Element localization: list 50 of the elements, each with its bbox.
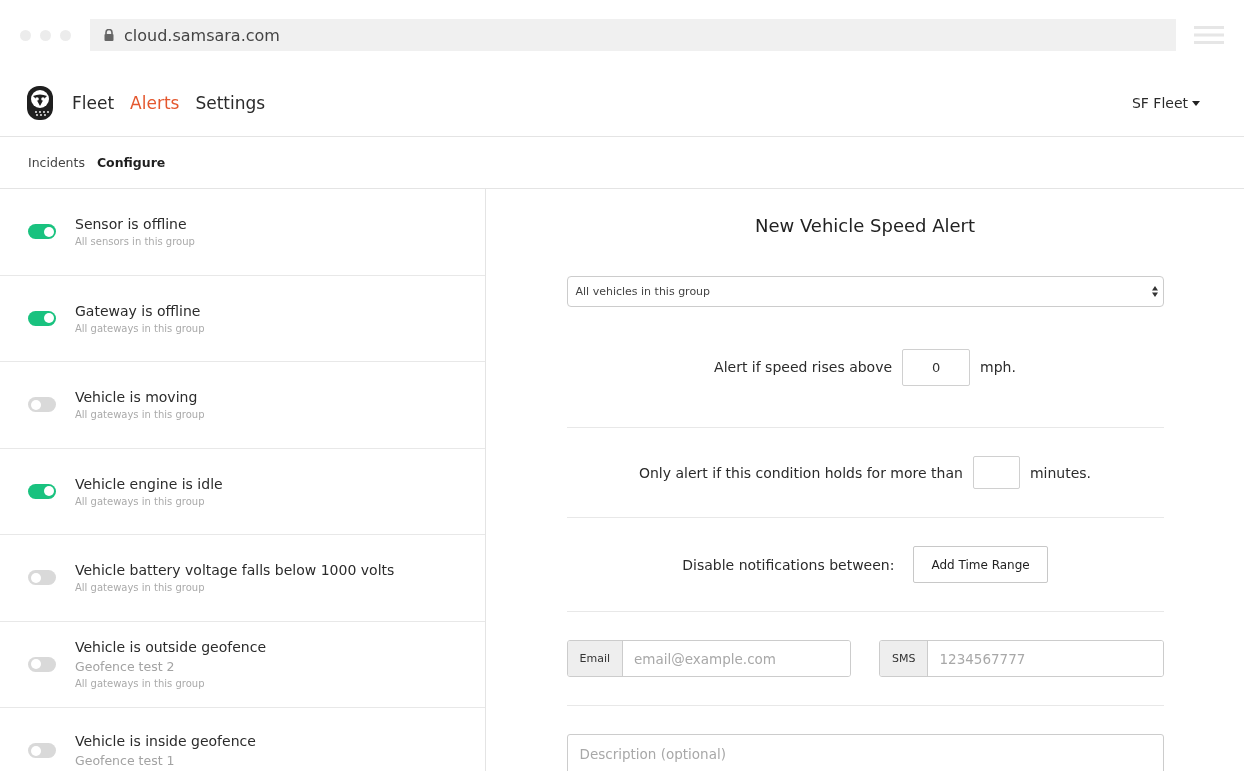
alert-title: Vehicle battery voltage falls below 1000 volts [75,562,395,579]
fleet-menu[interactable]: SF Fleet [1131,95,1200,111]
field-addon: Email [567,641,624,676]
alert-scope: All sensors in this group [75,236,195,248]
description-field[interactable]: Description (optional) [566,734,1164,771]
form-title: New Vehicle Speed Alert [753,215,977,236]
geofence-name: Geofence test 1 [75,753,176,769]
alert-scope: All gateways in this group [75,322,205,334]
speed-label: Alert if speed rises above [714,359,893,375]
toggle-switch[interactable] [28,656,56,672]
contact-field[interactable]: SMS 1234567777 [879,640,1164,677]
toggle-switch[interactable] [28,224,56,240]
nav-link[interactable]: Fleet [72,93,115,113]
alert-title: Vehicle is outside geofence [75,639,266,656]
toggle-switch[interactable] [28,743,56,759]
speed-unit: mph. [980,359,1016,375]
geofence-name: Geofence test 2 [75,659,176,675]
toggle-switch[interactable] [28,310,56,326]
contact-field[interactable]: Email email@example.com [566,640,851,677]
quiet-hours-label: Disable notifications between: [682,556,895,573]
duration-input[interactable] [972,456,1020,489]
alert-title: Sensor is offline [75,216,188,233]
address-bar[interactable]: cloud.samsara.com [90,19,1176,51]
menu-icon[interactable] [1194,25,1224,45]
alert-scope: All gateways in this group [75,582,206,594]
alert-scope: All gateways in this group [75,495,206,507]
alert-title: Vehicle engine is idle [75,475,223,492]
alert-scope: All gateways in this group [75,678,206,690]
sub-tab[interactable]: Configure [96,155,166,170]
alert-scope: All gateways in this group [75,409,205,421]
owl-logo-icon [26,85,54,121]
toggle-switch[interactable] [28,397,56,413]
nav-link[interactable]: Settings [195,93,266,113]
sub-tab[interactable]: Incidents [28,155,85,170]
speed-input[interactable]: 0 [902,348,971,386]
duration-unit: minutes. [1029,464,1092,481]
lock-icon [104,29,114,41]
add-time-range-button[interactable]: Add Time Range [913,546,1048,583]
toggle-switch[interactable] [28,483,56,499]
alert-title: Gateway is offline [75,302,202,319]
caret-icon [1192,100,1200,106]
url-text: cloud.samsara.com [124,25,280,45]
field-addon: SMS [880,641,929,676]
alert-title: Vehicle is inside geofence [75,733,256,750]
vehicle-select[interactable]: All vehicles in this group [566,276,1164,307]
nav-link[interactable]: Alerts [130,93,180,113]
toggle-switch[interactable] [28,570,56,586]
duration-label: Only alert if this condition holds for more than [638,464,963,481]
sort-arrows-icon [1151,286,1158,297]
alert-title: Vehicle is moving [75,389,199,406]
